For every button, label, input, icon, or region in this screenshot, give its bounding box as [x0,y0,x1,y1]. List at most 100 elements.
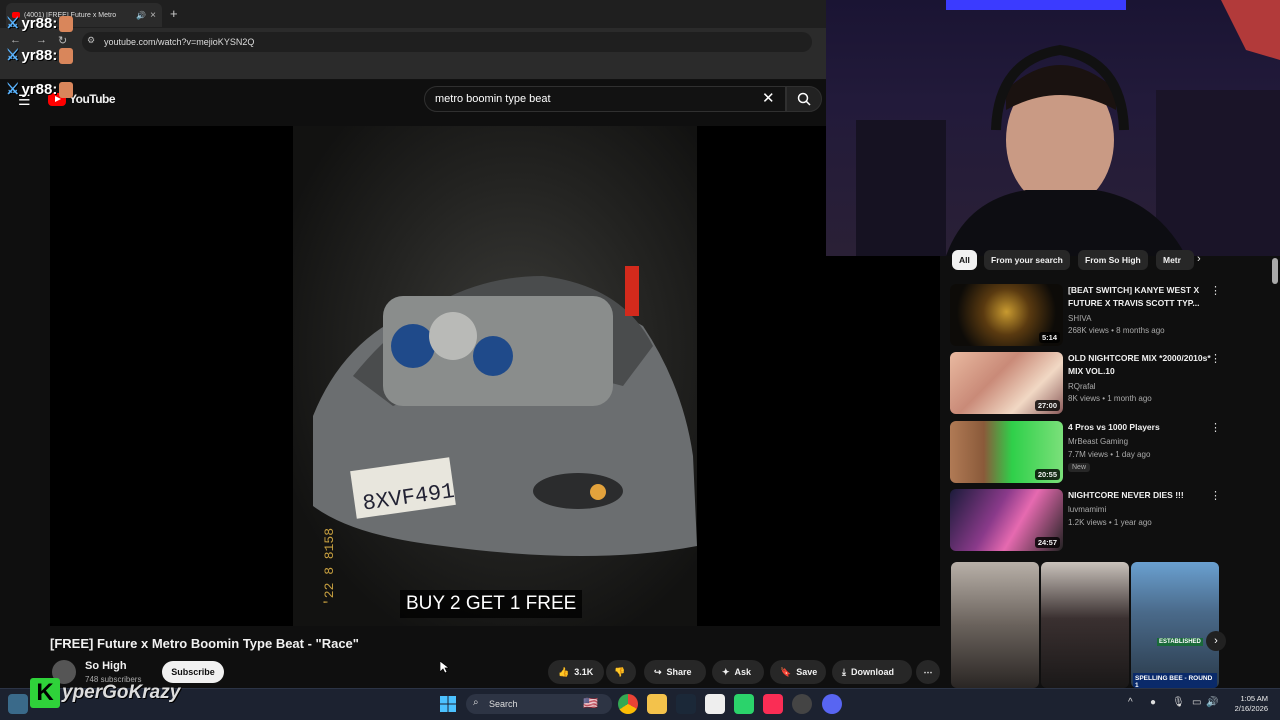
chip-from-your-search[interactable]: From your search [984,250,1070,270]
streamer-logo: K [30,678,60,708]
video-duration: 5:14 [1038,332,1060,343]
speaker-icon[interactable]: 🔊 [136,11,146,20]
sword-icon: ⚔ [6,81,20,98]
download-icon: ⤓ [842,666,846,677]
url-field[interactable]: youtube.com/watch?v=mejioKYSN2Q [82,32,812,52]
recommendation-meta: 1.2K views • 1 year ago [1068,518,1152,527]
recommendation-title[interactable]: NIGHTCORE NEVER DIES !!! [1068,489,1218,502]
chip-all[interactable]: All [952,250,977,270]
search-input[interactable]: metro boomin type beat [424,86,786,112]
taskbar-clock[interactable]: 1:05 AM 2/16/2026 [1218,694,1268,714]
site-info-icon[interactable]: ⚙ [87,35,95,46]
mouse-cursor-icon [440,661,449,674]
scrollbar[interactable] [1270,256,1280,686]
recommendation-meta: 8K views • 1 month ago [1068,394,1152,403]
chat-username: yr88: [21,15,58,32]
weather-icon[interactable] [8,694,28,714]
bookmark-icon: 🔖 [780,666,792,677]
discord-icon[interactable] [822,694,842,714]
video-duration: 24:57 [1034,537,1060,548]
youtube-logo-text: YouTube [69,92,116,106]
recommendation-title[interactable]: [BEAT SWITCH] KANYE WEST X FUTURE X TRAV… [1068,284,1218,310]
chevron-right-icon[interactable]: › [1206,631,1226,651]
network-icon[interactable]: ▭ [1192,697,1201,708]
steam-icon[interactable] [676,694,696,714]
recommendation-meta: 7.7M views • 1 day ago [1068,450,1151,459]
chat-username: yr88: [21,81,58,98]
video-title: [FREE] Future x Metro Boomin Type Beat -… [50,636,359,651]
more-actions-button[interactable]: ⋯ [916,660,940,684]
chevron-up-icon[interactable]: ^ [1128,697,1133,708]
short-thumbnail[interactable] [1041,562,1129,688]
new-tab-button[interactable]: + [170,6,178,21]
scrollbar-thumb[interactable] [1272,258,1278,284]
recommendation-item[interactable]: 5:14 [BEAT SWITCH] KANYE WEST X FUTURE X… [950,284,1230,348]
sword-icon: ⚔ [6,47,20,64]
recommendation-item[interactable]: 24:57 NIGHTCORE NEVER DIES !!! luvmamimi… [950,489,1230,553]
save-label: Save [796,667,818,677]
emote-icon [59,16,74,33]
thumbs-up-icon: 👍 [558,666,570,677]
more-vert-icon[interactable]: ⋮ [1210,284,1221,297]
short-overlay-text: ESTABLISHED [1157,638,1203,646]
windows-taskbar [0,688,1280,720]
streamer-name-overlay: K yperGoKrazy [30,678,180,708]
recommendation-title[interactable]: OLD NIGHTCORE MIX *2000/2010s* MIX VOL.1… [1068,352,1218,378]
app-icon[interactable] [734,694,754,714]
more-vert-icon[interactable]: ⋮ [1210,421,1221,434]
chevron-right-icon[interactable]: › [1197,253,1201,265]
more-vert-icon[interactable]: ⋮ [1210,352,1221,365]
short-thumbnail[interactable]: ESTABLISHED SPELLING BEE - ROUND 1 [1131,562,1219,688]
share-button[interactable]: ↪ Share [644,660,706,684]
recommendation-channel[interactable]: MrBeast Gaming [1068,437,1128,446]
search-icon [797,92,811,106]
download-button[interactable]: ⤓ Download [832,660,912,684]
close-tab-icon[interactable]: × [150,10,156,21]
windows-start-icon[interactable] [440,696,456,712]
webcam-overlay [826,0,1280,256]
recommendation-thumbnail[interactable]: 24:57 [950,489,1063,551]
address-bar-row: youtube.com/watch?v=mejioKYSN2Q [0,28,826,56]
video-frame[interactable]: 8XVF491 '22 8 8158 [293,126,697,626]
volume-icon[interactable]: 🔊 [1206,697,1218,708]
clear-search-icon[interactable]: ✕ [762,89,775,107]
more-vert-icon[interactable]: ⋮ [1210,489,1221,502]
short-thumbnail[interactable] [951,562,1039,688]
file-explorer-icon[interactable] [647,694,667,714]
forward-icon[interactable]: → [36,34,47,46]
recommendation-thumbnail[interactable]: 5:14 [950,284,1063,346]
ask-button[interactable]: ✦ Ask [712,660,764,684]
dislike-button[interactable]: 👎 [606,660,636,684]
back-icon[interactable]: ← [10,34,21,46]
recommendation-thumbnail[interactable]: 27:00 [950,352,1063,414]
recommendation-meta: 268K views • 8 months ago [1068,326,1165,335]
car-engine-image: 8XVF491 '22 8 8158 [313,266,697,606]
recommendation-item[interactable]: 27:00 OLD NIGHTCORE MIX *2000/2010s* MIX… [950,352,1230,416]
chip-from-so-high[interactable]: From So High [1078,250,1148,270]
recommendation-channel[interactable]: SHIVA [1068,314,1091,323]
recommendation-channel[interactable]: luvmamimi [1068,505,1106,514]
chrome-icon[interactable] [618,694,638,714]
like-button[interactable]: 👍 3.1K [548,660,604,684]
video-duration: 27:00 [1034,400,1060,411]
share-label: Share [666,667,692,677]
app-icon[interactable] [792,694,812,714]
chat-message: ⚔ yr88: [6,46,74,65]
thumbs-down-icon: 👎 [614,666,626,677]
app-icon[interactable] [705,694,725,714]
recommendation-title[interactable]: 4 Pros vs 1000 Players [1068,421,1218,434]
recommendation-channel[interactable]: RQrafal [1068,382,1096,391]
channel-name[interactable]: So High [85,660,127,672]
chip-metro[interactable]: Metr [1156,250,1194,270]
clock-date: 2/16/2026 [1234,704,1268,713]
search-button[interactable] [786,86,822,112]
recommendation-thumbnail[interactable]: 20:55 [950,421,1063,483]
new-badge: New [1068,463,1091,472]
app-tray-icon[interactable]: ● [1150,697,1156,708]
bookmarks-bar [0,56,826,80]
microphone-icon[interactable]: 🎙 [1172,697,1185,708]
share-icon: ↪ [654,666,662,677]
save-button[interactable]: 🔖 Save [770,660,826,684]
music-icon[interactable] [763,694,783,714]
recommendation-item[interactable]: 20:55 4 Pros vs 1000 Players MrBeast Gam… [950,421,1230,485]
